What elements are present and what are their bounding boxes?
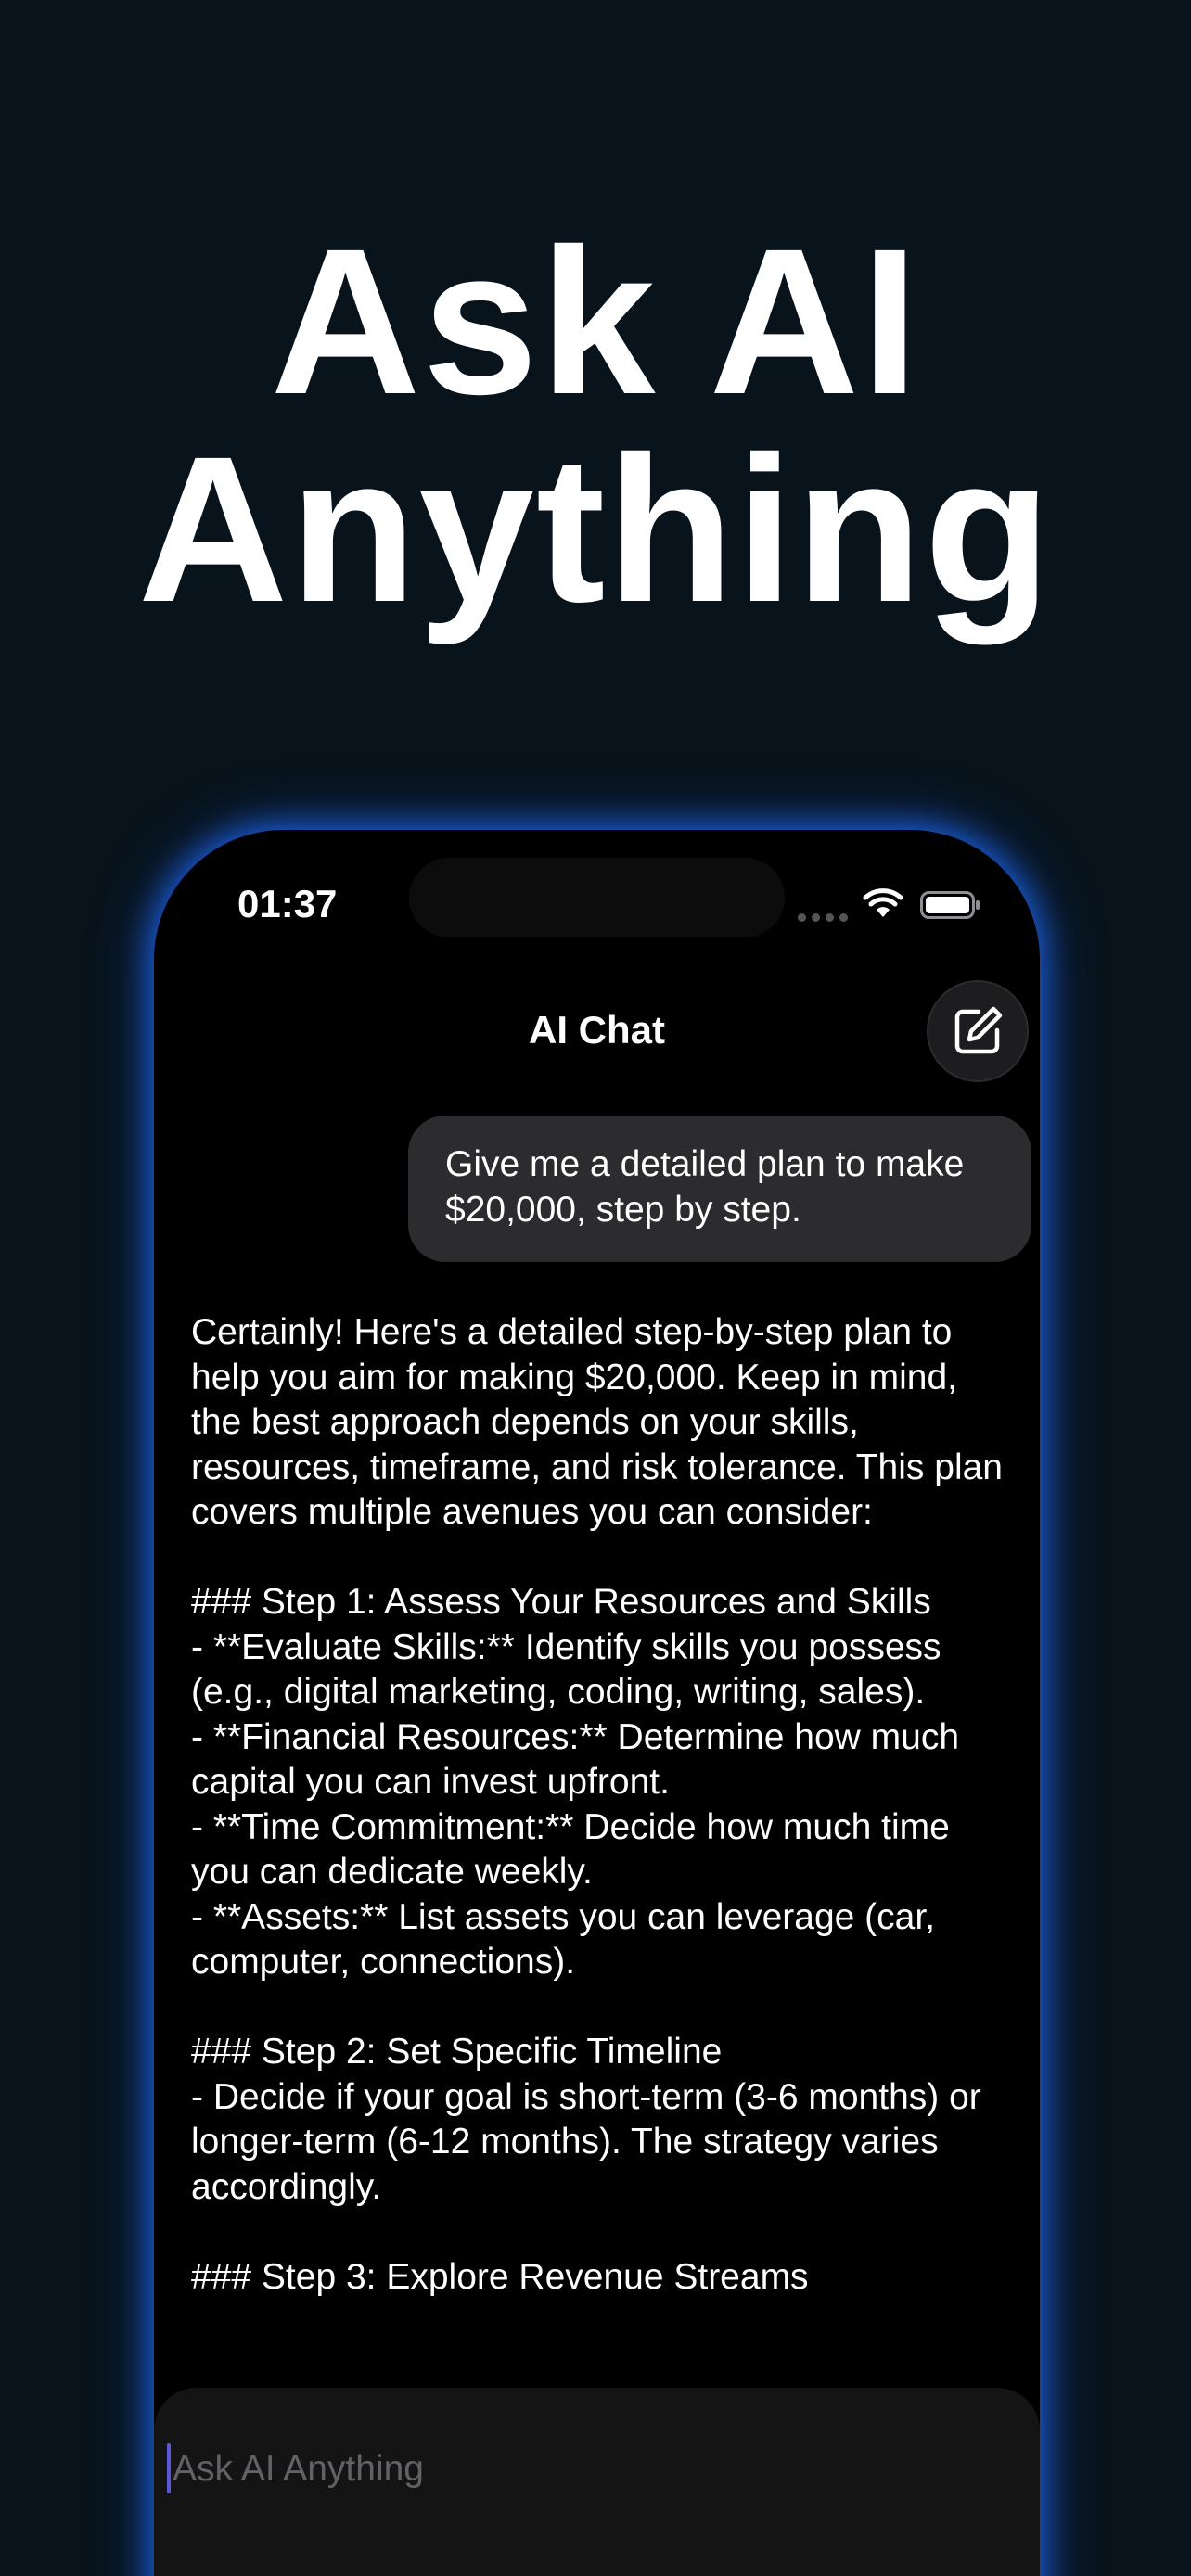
status-time: 01:37 (237, 882, 338, 925)
dynamic-island (409, 858, 785, 937)
new-chat-button[interactable] (927, 980, 1029, 1082)
message-input[interactable] (173, 2442, 989, 2497)
headline-line-1: Ask AI (270, 206, 921, 438)
cellular-signal-icon (798, 913, 848, 922)
page-title: AI Chat (529, 1008, 665, 1052)
user-message-bubble: Give me a detailed plan to make $20,000,… (408, 1116, 1031, 1262)
headline: Ask AI Anything (0, 218, 1191, 633)
phone-screen: 01:37 AI Chat Give me a detailed plan to… (154, 830, 1040, 2576)
wifi-icon (863, 888, 903, 917)
headline-line-2: Anything (137, 414, 1054, 645)
battery-icon (920, 891, 980, 919)
ai-response-message: Certainly! Here's a detailed step-by-ste… (191, 1312, 1003, 2297)
text-cursor (167, 2443, 171, 2493)
compose-icon (954, 1006, 1003, 1054)
